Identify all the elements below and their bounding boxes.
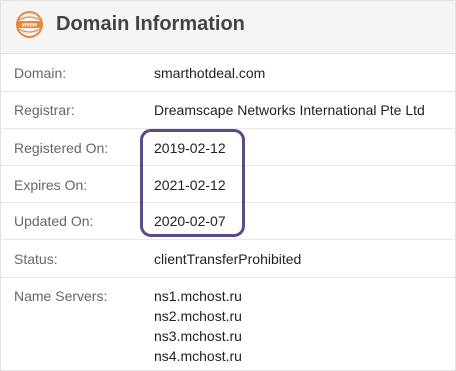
expires-on-row: Expires On: 2021-02-12 [1, 166, 455, 203]
registrar-label: Registrar: [14, 102, 75, 118]
domain-value: smarthotdeal.com [154, 65, 266, 81]
name-server-item: ns1.mchost.ru [154, 288, 242, 304]
status-value: clientTransferProhibited [154, 251, 302, 267]
registrar-value: Dreamscape Networks International Pte Lt… [154, 102, 425, 118]
expires-on-label: Expires On: [14, 177, 88, 193]
updated-on-value: 2020-02-07 [154, 213, 226, 229]
updated-on-label: Updated On: [14, 213, 94, 229]
name-servers-label: Name Servers: [14, 288, 108, 304]
name-servers-list: ns1.mchost.ru ns2.mchost.ru ns3.mchost.r… [154, 286, 242, 366]
updated-on-row: Updated On: 2020-02-07 [1, 203, 455, 240]
expires-on-value: 2021-02-12 [154, 177, 226, 193]
name-server-item: ns4.mchost.ru [154, 348, 242, 364]
registered-on-label: Registered On: [14, 140, 109, 156]
domain-label: Domain: [14, 65, 67, 81]
registered-on-value: 2019-02-12 [154, 140, 226, 156]
domain-row: Domain: smarthotdeal.com [1, 54, 455, 92]
www-icon-text: www [21, 22, 38, 29]
registered-on-row: Registered On: 2019-02-12 [1, 129, 455, 166]
name-server-item: ns2.mchost.ru [154, 308, 242, 324]
name-servers-row: Name Servers: ns1.mchost.ru ns2.mchost.r… [1, 278, 455, 368]
name-server-item: ns3.mchost.ru [154, 328, 242, 344]
www-globe-icon: www [16, 11, 43, 38]
registrar-row: Registrar: Dreamscape Networks Internati… [1, 92, 455, 129]
status-label: Status: [14, 251, 58, 267]
page-title: Domain Information [56, 13, 245, 35]
panel-header: www Domain Information [1, 1, 455, 54]
domain-info-panel: www Domain Information Domain: smarthotd… [0, 0, 456, 371]
status-row: Status: clientTransferProhibited [1, 240, 455, 278]
